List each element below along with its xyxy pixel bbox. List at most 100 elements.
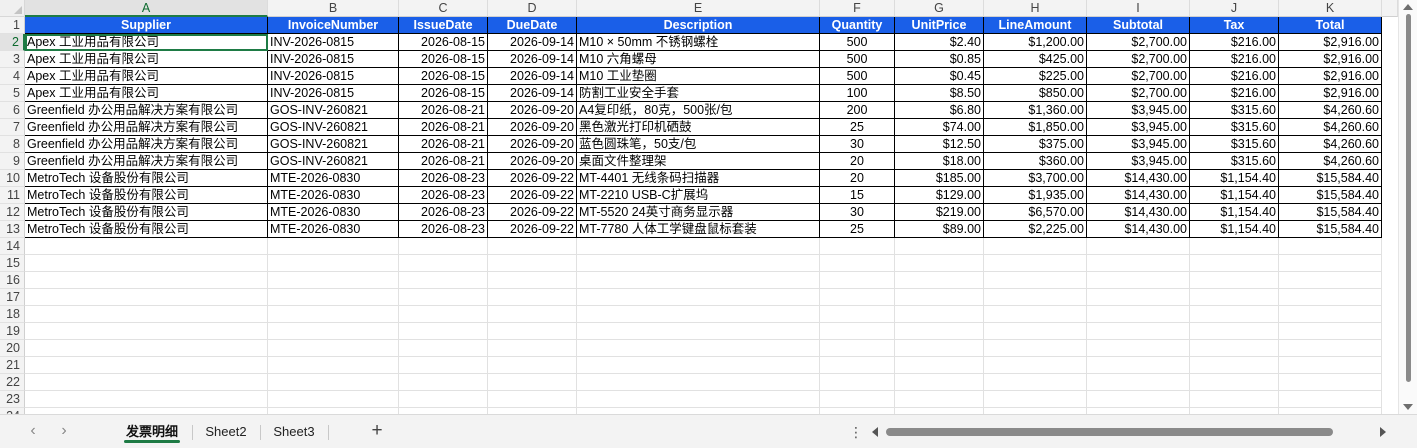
header-cell-quantity[interactable]: Quantity	[820, 17, 895, 34]
empty-cell[interactable]	[1279, 374, 1382, 391]
cell-tax[interactable]: $1,154.40	[1190, 170, 1279, 187]
empty-cell[interactable]	[820, 340, 895, 357]
empty-cell[interactable]	[577, 255, 820, 272]
empty-cell[interactable]	[268, 238, 399, 255]
empty-cell[interactable]	[984, 374, 1087, 391]
cell-unit-price[interactable]: $12.50	[895, 136, 984, 153]
row-header-20[interactable]: 20	[0, 340, 25, 357]
empty-cell[interactable]	[1279, 357, 1382, 374]
row-header-15[interactable]: 15	[0, 255, 25, 272]
empty-cell[interactable]	[25, 306, 268, 323]
empty-cell[interactable]	[1279, 323, 1382, 340]
empty-cell[interactable]	[895, 391, 984, 408]
empty-cell[interactable]	[1190, 323, 1279, 340]
row-header-3[interactable]: 3	[0, 51, 25, 68]
cell-issue-date[interactable]: 2026-08-21	[399, 136, 488, 153]
add-sheet-icon[interactable]: +	[369, 415, 385, 448]
empty-cell[interactable]	[488, 391, 577, 408]
cell-invoice-number[interactable]: MTE-2026-0830	[268, 221, 399, 238]
empty-cell[interactable]	[268, 272, 399, 289]
cell-due-date[interactable]: 2026-09-20	[488, 102, 577, 119]
empty-cell[interactable]	[820, 357, 895, 374]
empty-cell[interactable]	[984, 340, 1087, 357]
empty-cell[interactable]	[895, 306, 984, 323]
cell-total[interactable]: $4,260.60	[1279, 153, 1382, 170]
cell-subtotal[interactable]: $3,945.00	[1087, 153, 1190, 170]
cell-unit-price[interactable]: $18.00	[895, 153, 984, 170]
column-header-b[interactable]: B	[268, 0, 399, 17]
column-header-g[interactable]: G	[895, 0, 984, 17]
cell-tax[interactable]: $315.60	[1190, 153, 1279, 170]
row-header-12[interactable]: 12	[0, 204, 25, 221]
next-sheet-button[interactable]: ›	[57, 423, 71, 439]
cell-quantity[interactable]: 25	[820, 119, 895, 136]
cell-supplier[interactable]: Greenfield 办公用品解决方案有限公司	[25, 153, 268, 170]
cell-invoice-number[interactable]: MTE-2026-0830	[268, 204, 399, 221]
cell-subtotal[interactable]: $2,700.00	[1087, 51, 1190, 68]
empty-cell[interactable]	[1279, 289, 1382, 306]
cell-supplier[interactable]: MetroTech 设备股份有限公司	[25, 170, 268, 187]
cell-line-amount[interactable]: $1,935.00	[984, 187, 1087, 204]
cell-invoice-number[interactable]: INV-2026-0815	[268, 85, 399, 102]
cell-total[interactable]: $15,584.40	[1279, 204, 1382, 221]
tab-invoice-details[interactable]: 发票明细	[116, 415, 188, 448]
cell-subtotal[interactable]: $14,430.00	[1087, 221, 1190, 238]
column-header-j[interactable]: J	[1190, 0, 1279, 17]
cell-unit-price[interactable]: $8.50	[895, 85, 984, 102]
row-header-1[interactable]: 1	[0, 17, 25, 34]
cell-line-amount[interactable]: $1,200.00	[984, 34, 1087, 51]
empty-cell[interactable]	[1279, 238, 1382, 255]
empty-cell[interactable]	[1279, 255, 1382, 272]
empty-cell[interactable]	[488, 238, 577, 255]
header-cell-tax[interactable]: Tax	[1190, 17, 1279, 34]
header-cell-issue-date[interactable]: IssueDate	[399, 17, 488, 34]
cell-unit-price[interactable]: $185.00	[895, 170, 984, 187]
row-header-7[interactable]: 7	[0, 119, 25, 136]
cell-tax[interactable]: $315.60	[1190, 136, 1279, 153]
empty-cell[interactable]	[25, 255, 268, 272]
empty-cell[interactable]	[25, 340, 268, 357]
column-header-i[interactable]: I	[1087, 0, 1190, 17]
cell-tax[interactable]: $216.00	[1190, 34, 1279, 51]
empty-cell[interactable]	[895, 340, 984, 357]
row-header-18[interactable]: 18	[0, 306, 25, 323]
cell-description[interactable]: 黑色激光打印机硒鼓	[577, 119, 820, 136]
empty-cell[interactable]	[488, 340, 577, 357]
cell-subtotal[interactable]: $14,430.00	[1087, 204, 1190, 221]
empty-cell[interactable]	[1190, 391, 1279, 408]
row-header-4[interactable]: 4	[0, 68, 25, 85]
cell-issue-date[interactable]: 2026-08-23	[399, 187, 488, 204]
empty-cell[interactable]	[577, 306, 820, 323]
cell-total[interactable]: $15,584.40	[1279, 221, 1382, 238]
cell-description[interactable]: 防割工业安全手套	[577, 85, 820, 102]
header-cell-due-date[interactable]: DueDate	[488, 17, 577, 34]
row-header-8[interactable]: 8	[0, 136, 25, 153]
cell-due-date[interactable]: 2026-09-22	[488, 187, 577, 204]
empty-cell[interactable]	[984, 391, 1087, 408]
row-header-13[interactable]: 13	[0, 221, 25, 238]
cell-quantity[interactable]: 100	[820, 85, 895, 102]
empty-cell[interactable]	[25, 323, 268, 340]
cell-unit-price[interactable]: $6.80	[895, 102, 984, 119]
scroll-right-arrow-icon[interactable]	[1380, 427, 1386, 437]
empty-cell[interactable]	[820, 306, 895, 323]
cell-supplier[interactable]: Greenfield 办公用品解决方案有限公司	[25, 136, 268, 153]
empty-cell[interactable]	[895, 272, 984, 289]
cell-quantity[interactable]: 500	[820, 51, 895, 68]
empty-cell[interactable]	[577, 289, 820, 306]
cell-supplier[interactable]: Apex 工业用品有限公司	[25, 85, 268, 102]
column-header-a[interactable]: A	[25, 0, 268, 17]
cell-total[interactable]: $15,584.40	[1279, 187, 1382, 204]
header-cell-unit-price[interactable]: UnitPrice	[895, 17, 984, 34]
empty-cell[interactable]	[1087, 391, 1190, 408]
cell-quantity[interactable]: 500	[820, 68, 895, 85]
cell-description[interactable]: A4复印纸，80克，500张/包	[577, 102, 820, 119]
header-cell-supplier[interactable]: Supplier	[25, 17, 268, 34]
empty-cell[interactable]	[895, 374, 984, 391]
cell-description[interactable]: M10 六角螺母	[577, 51, 820, 68]
cell-supplier[interactable]: Greenfield 办公用品解决方案有限公司	[25, 119, 268, 136]
cell-invoice-number[interactable]: MTE-2026-0830	[268, 170, 399, 187]
row-header-2[interactable]: 2	[0, 34, 25, 51]
tab-sheet3[interactable]: Sheet3	[264, 415, 324, 448]
empty-cell[interactable]	[1190, 238, 1279, 255]
